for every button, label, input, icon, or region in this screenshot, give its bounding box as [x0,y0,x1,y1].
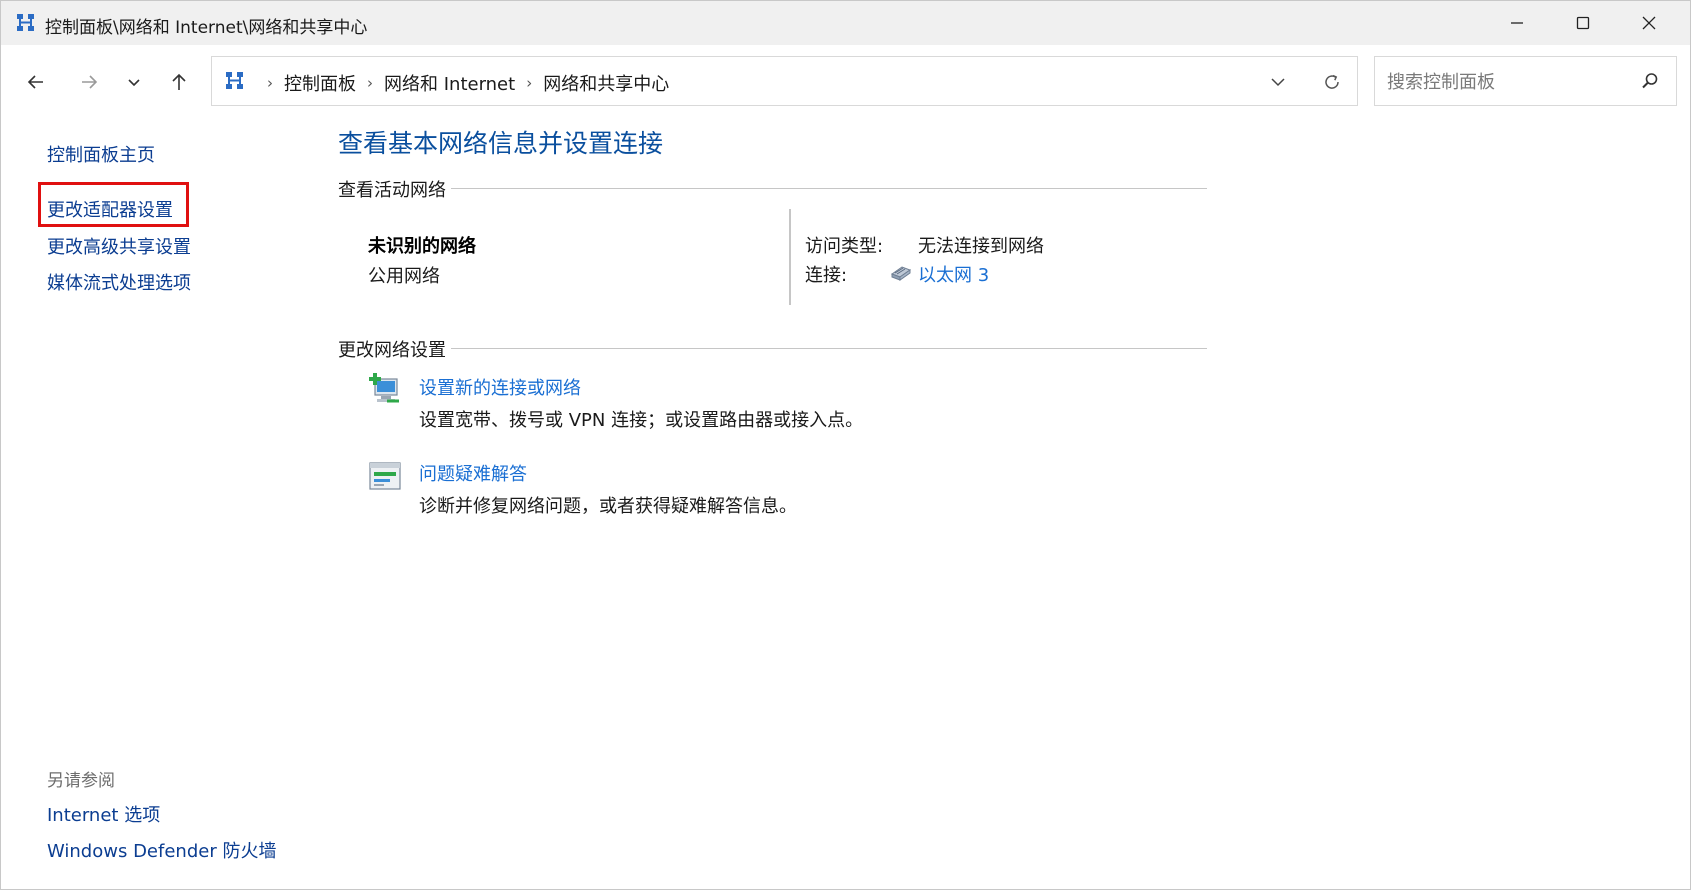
network-name: 未识别的网络 [368,236,476,257]
breadcrumb-sharing-center[interactable]: 网络和共享中心 [543,70,669,96]
network-category: 公用网络 [368,266,440,287]
sidebar-link-advanced-sharing[interactable]: 更改高级共享设置 [47,233,191,259]
access-type-value: 无法连接到网络 [918,236,1044,257]
recent-locations-button[interactable] [119,67,149,97]
sidebar-link-change-adapter-settings[interactable]: 更改适配器设置 [47,196,173,222]
chevron-down-icon [1271,78,1285,87]
maximize-button[interactable] [1550,1,1616,45]
close-button[interactable] [1616,1,1682,45]
setup-new-connection-description: 设置宽带、拨号或 VPN 连接；或设置路由器或接入点。 [419,410,864,431]
ethernet-icon [889,262,913,282]
refresh-button[interactable] [1318,68,1346,96]
minimize-button[interactable] [1484,1,1550,45]
access-type-label: 访问类型: [805,236,884,257]
arrow-up-icon [172,73,186,90]
breadcrumb-separator[interactable]: › [367,74,373,92]
troubleshoot-link[interactable]: 问题疑难解答 [419,460,527,486]
see-also-firewall[interactable]: Windows Defender 防火墙 [47,837,276,863]
breadcrumb-control-panel[interactable]: 控制面板 [284,70,356,96]
address-bar[interactable]: › 控制面板 › 网络和 Internet › 网络和共享中心 [211,56,1358,106]
sidebar-link-media-streaming[interactable]: 媒体流式处理选项 [47,269,191,295]
troubleshoot-icon[interactable] [367,459,403,495]
title-bar: 控制面板\网络和 Internet\网络和共享中心 [1,1,1690,45]
section-divider [451,348,1207,349]
breadcrumb-separator[interactable]: › [267,74,273,92]
see-also-internet-options[interactable]: Internet 选项 [47,801,160,827]
section-divider [451,188,1207,189]
network-center-icon [15,12,37,34]
breadcrumb: › 控制面板 › 网络和 Internet › 网络和共享中心 [256,70,669,96]
sidebar-link-control-panel-home[interactable]: 控制面板主页 [47,141,155,167]
arrow-left-icon [27,75,43,89]
ethernet-connection-link[interactable]: 以太网 3 [918,261,989,287]
refresh-icon [1325,74,1339,89]
search-icon[interactable] [1640,71,1660,91]
back-button[interactable] [21,67,51,97]
up-button[interactable] [164,67,194,97]
chevron-down-icon [128,79,140,87]
search-box[interactable] [1374,56,1677,106]
window-title: 控制面板\网络和 Internet\网络和共享中心 [45,18,368,38]
address-history-button[interactable] [1264,69,1292,95]
vertical-divider [789,209,791,305]
active-networks-heading: 查看活动网络 [338,180,446,201]
forward-button[interactable] [74,67,104,97]
search-input[interactable] [1385,67,1629,97]
new-connection-icon[interactable] [367,371,403,407]
breadcrumb-network-internet[interactable]: 网络和 Internet [384,70,515,96]
breadcrumb-separator[interactable]: › [526,74,532,92]
troubleshoot-description: 诊断并修复网络问题，或者获得疑难解答信息。 [419,496,797,517]
navigation-bar: › 控制面板 › 网络和 Internet › 网络和共享中心 [1,45,1690,117]
see-also-heading: 另请参阅 [47,771,115,791]
control-panel-window: 控制面板\网络和 Internet\网络和共享中心 › 控制面板 › 网络和 I… [0,0,1691,890]
page-title: 查看基本网络信息并设置连接 [338,129,664,158]
change-settings-heading: 更改网络设置 [338,340,446,361]
connections-label: 连接: [805,265,848,286]
network-center-icon [224,70,246,92]
setup-new-connection-link[interactable]: 设置新的连接或网络 [419,374,581,400]
arrow-right-icon [82,75,98,89]
